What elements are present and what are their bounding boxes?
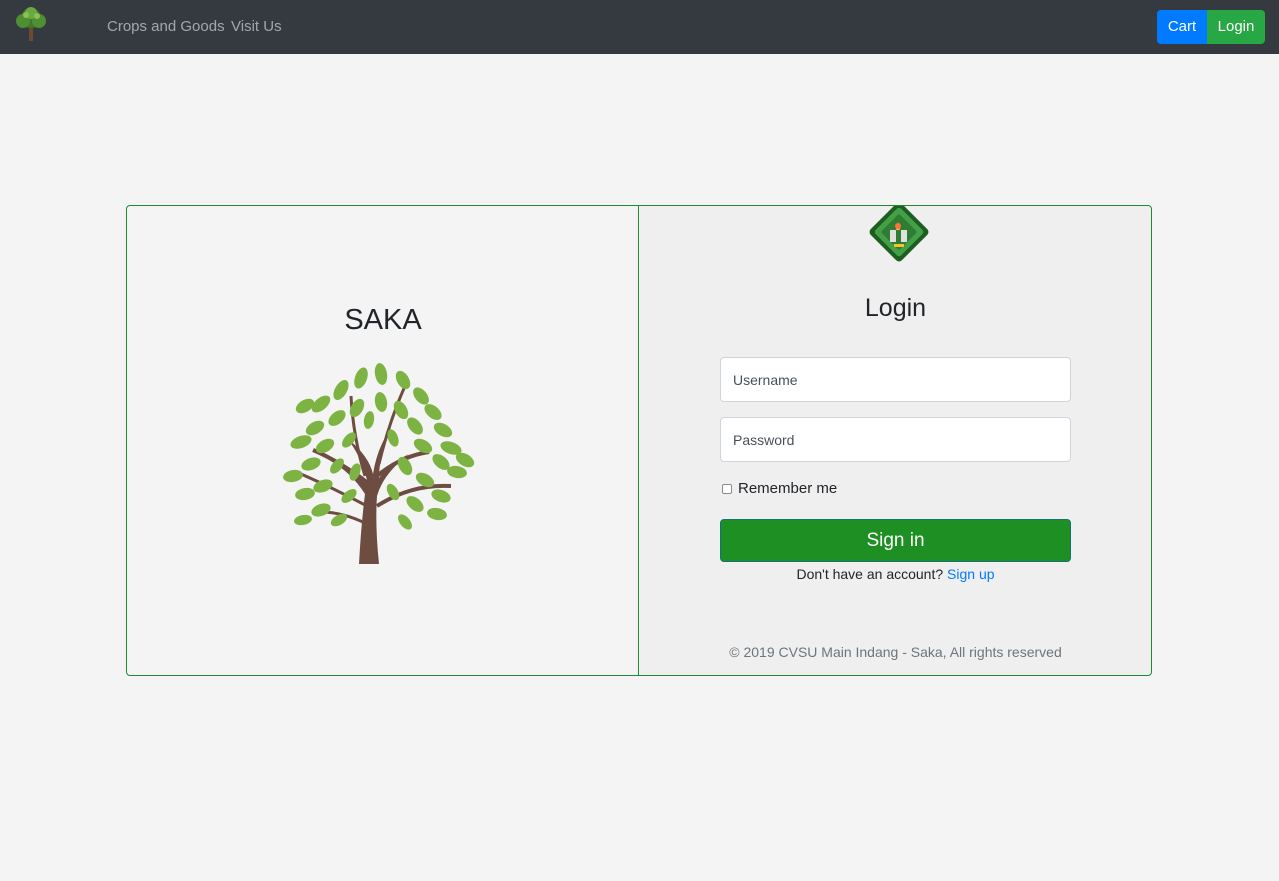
password-input[interactable] [720,417,1071,462]
username-input[interactable] [720,357,1071,402]
remember-me: Remember me [720,480,837,497]
cvsu-seal-icon [863,202,929,272]
cart-button[interactable]: Cart [1157,10,1207,44]
top-navbar: Crops and Goods Visit Us Cart Login [0,0,1279,54]
signup-prompt: Don't have an account? Sign up [640,566,1151,582]
nav-link-visit-us[interactable]: Visit Us [231,18,282,35]
login-card: SAKA Login Username Remember me Sign in … [126,202,1152,676]
footer-copyright: © 2019 CVSU Main Indang - Saka, All righ… [729,644,1062,660]
tree-logo-icon[interactable] [14,6,48,42]
login-nav-button[interactable]: Login [1207,10,1265,44]
brand-title: SAKA [344,304,422,336]
nav-link-crops-and-goods[interactable]: Crops and Goods [107,18,225,35]
remember-me-checkbox[interactable] [722,483,732,494]
login-panel: Login Remember me Sign in Don't have an … [640,202,1151,675]
brand-panel: SAKA [127,206,639,675]
signup-prompt-text: Don't have an account? [796,566,944,582]
sign-in-button[interactable]: Sign in [720,519,1071,562]
tree-icon [281,356,486,566]
remember-me-label[interactable]: Remember me [738,480,837,497]
login-heading: Login [864,294,927,322]
sign-up-link[interactable]: Sign up [947,566,994,582]
